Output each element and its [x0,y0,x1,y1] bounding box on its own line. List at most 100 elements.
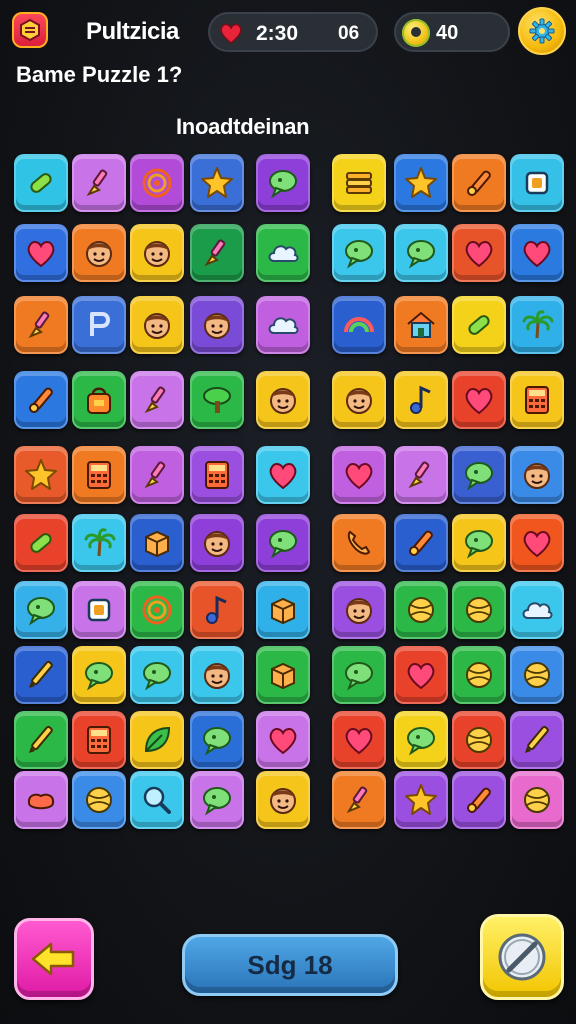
puzzle-tile[interactable] [510,446,564,504]
puzzle-tile[interactable] [256,581,310,639]
puzzle-tile[interactable] [190,514,244,572]
puzzle-tile[interactable] [394,154,448,212]
puzzle-tile[interactable] [256,154,310,212]
puzzle-tile[interactable] [394,224,448,282]
puzzle-tile[interactable] [130,514,184,572]
puzzle-tile[interactable] [130,646,184,704]
puzzle-tile[interactable] [394,581,448,639]
puzzle-tile[interactable] [394,296,448,354]
puzzle-tile[interactable] [130,711,184,769]
puzzle-tile[interactable] [190,646,244,704]
puzzle-tile[interactable] [452,154,506,212]
puzzle-tile[interactable] [130,154,184,212]
puzzle-tile[interactable] [130,581,184,639]
puzzle-tile[interactable] [256,446,310,504]
puzzle-tile[interactable] [510,581,564,639]
puzzle-tile[interactable] [190,371,244,429]
puzzle-tile[interactable] [190,224,244,282]
puzzle-tile[interactable] [394,446,448,504]
puzzle-tile[interactable] [14,771,68,829]
puzzle-tile[interactable] [452,646,506,704]
back-button[interactable] [14,918,94,1000]
puzzle-tile[interactable] [72,224,126,282]
puzzle-tile[interactable] [14,711,68,769]
puzzle-tile[interactable] [332,771,386,829]
gear-icon [529,18,555,44]
puzzle-tile[interactable] [14,371,68,429]
puzzle-tile[interactable] [510,296,564,354]
stage-button[interactable]: Sdg 18 [182,934,398,996]
puzzle-tile[interactable] [190,711,244,769]
puzzle-tile[interactable] [72,371,126,429]
puzzle-tile[interactable] [14,296,68,354]
puzzle-tile[interactable] [256,771,310,829]
puzzle-tile[interactable] [72,771,126,829]
puzzle-tile[interactable] [510,224,564,282]
puzzle-tile[interactable] [130,771,184,829]
puzzle-tile[interactable] [452,446,506,504]
puzzle-tile[interactable] [14,514,68,572]
puzzle-tile[interactable] [256,646,310,704]
puzzle-tile[interactable] [14,154,68,212]
puzzle-tile[interactable] [332,296,386,354]
puzzle-tile[interactable] [394,371,448,429]
puzzle-tile[interactable] [72,154,126,212]
puzzle-tile[interactable] [256,224,310,282]
puzzle-tile[interactable] [190,771,244,829]
puzzle-tile[interactable] [72,514,126,572]
puzzle-tile[interactable] [14,581,68,639]
puzzle-tile[interactable] [130,446,184,504]
puzzle-tile[interactable] [452,514,506,572]
puzzle-tile[interactable] [72,646,126,704]
puzzle-tile[interactable] [190,581,244,639]
puzzle-tile[interactable] [510,154,564,212]
puzzle-tile[interactable] [332,446,386,504]
puzzle-tile[interactable] [332,371,386,429]
puzzle-tile[interactable] [130,224,184,282]
puzzle-tile[interactable] [130,371,184,429]
face-icon [86,241,112,267]
puzzle-tile[interactable] [394,711,448,769]
puzzle-tile[interactable] [510,646,564,704]
puzzle-tile[interactable] [510,771,564,829]
puzzle-tile[interactable] [332,711,386,769]
puzzle-tile[interactable] [452,581,506,639]
puzzle-tile[interactable] [510,371,564,429]
puzzle-tile[interactable] [190,154,244,212]
puzzle-tile[interactable] [256,711,310,769]
puzzle-tile[interactable] [190,296,244,354]
puzzle-tile[interactable] [14,446,68,504]
puzzle-tile[interactable] [452,711,506,769]
puzzle-tile[interactable] [332,646,386,704]
puzzle-tile[interactable] [130,296,184,354]
puzzle-tile[interactable] [14,224,68,282]
hint-button[interactable] [480,914,564,1000]
puzzle-tile[interactable] [332,514,386,572]
puzzle-tile[interactable] [72,296,126,354]
puzzle-tile[interactable] [190,446,244,504]
puzzle-tile[interactable] [256,296,310,354]
puzzle-tile[interactable] [332,581,386,639]
puzzle-tile[interactable] [394,771,448,829]
puzzle-tile[interactable] [452,771,506,829]
puzzle-tile[interactable] [332,224,386,282]
bubble-icon [465,530,493,559]
spiral-icon [142,595,172,625]
puzzle-tile[interactable] [72,581,126,639]
pill-icon [468,315,490,335]
puzzle-tile[interactable] [72,446,126,504]
puzzle-tile[interactable] [452,371,506,429]
puzzle-tile[interactable] [394,514,448,572]
puzzle-tile[interactable] [332,154,386,212]
puzzle-tile[interactable] [14,646,68,704]
calc-icon [525,386,549,414]
puzzle-tile[interactable] [256,514,310,572]
puzzle-tile[interactable] [394,646,448,704]
settings-button[interactable] [518,7,566,55]
puzzle-tile[interactable] [452,224,506,282]
puzzle-tile[interactable] [452,296,506,354]
puzzle-tile[interactable] [510,711,564,769]
puzzle-tile[interactable] [256,371,310,429]
puzzle-tile[interactable] [72,711,126,769]
puzzle-tile[interactable] [510,514,564,572]
